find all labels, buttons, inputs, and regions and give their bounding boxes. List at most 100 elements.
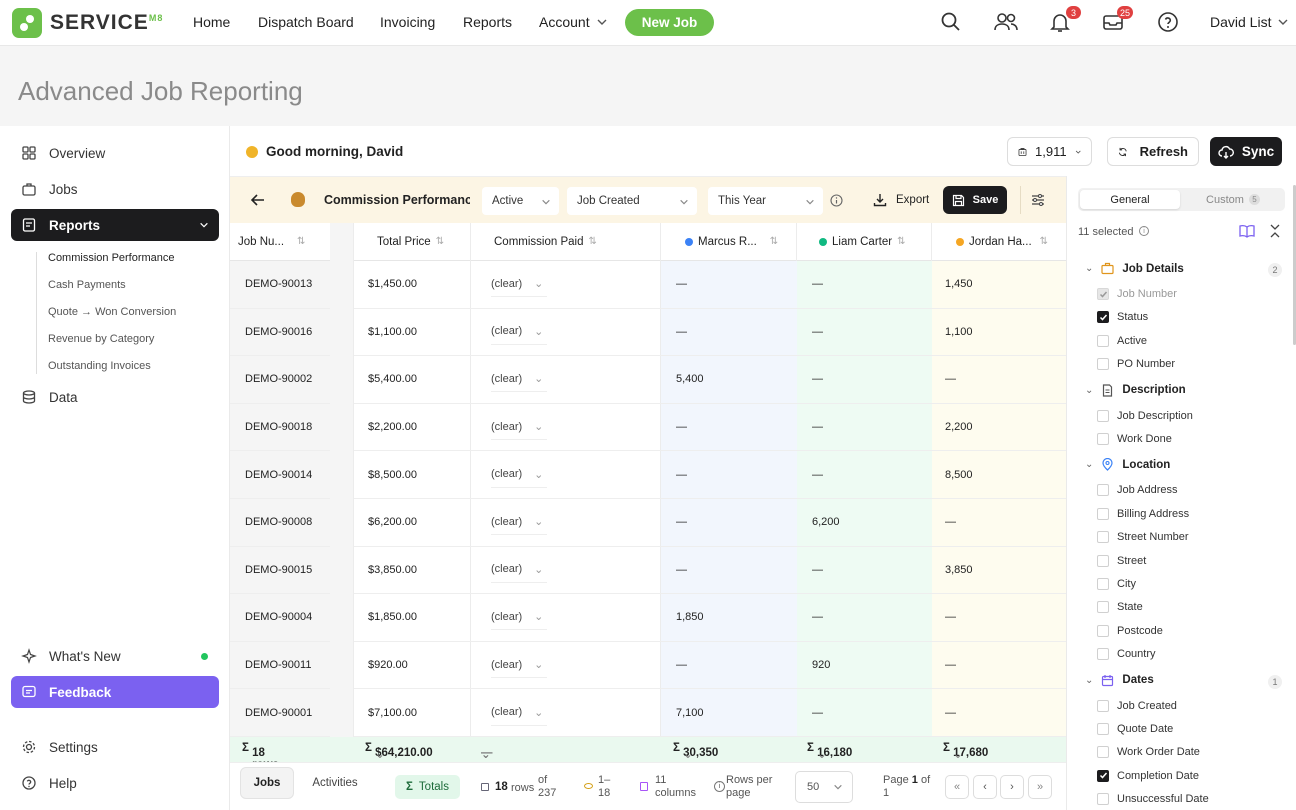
column-header-marcus[interactable]: Marcus R... ⇅ [661, 223, 796, 261]
nav-invoicing[interactable]: Invoicing [380, 14, 435, 30]
job-count-selector[interactable]: 1,911 [1007, 137, 1092, 166]
checkbox[interactable] [1097, 409, 1109, 422]
nav-reports[interactable]: Reports [463, 14, 512, 30]
field-quote-date[interactable]: Quote Date [1097, 723, 1173, 735]
commission-paid-select[interactable]: (clear) ⌄ [491, 509, 548, 536]
checkbox[interactable] [1097, 699, 1109, 712]
back-arrow-icon[interactable] [250, 193, 266, 207]
sidebar-item-jobs[interactable]: Jobs [11, 173, 219, 205]
totals-marcus[interactable]: Σ 30,350 ⌄ [673, 742, 718, 761]
commission-paid-select[interactable]: (clear) ⌄ [491, 557, 548, 583]
user-menu[interactable]: David List [1210, 14, 1289, 30]
report-item-cash-payments[interactable]: Cash Payments [48, 279, 126, 291]
table-cell-paid[interactable]: (clear) ⌄ [471, 499, 661, 547]
last-page-button[interactable]: » [1028, 775, 1052, 799]
field-state[interactable]: State [1097, 601, 1143, 614]
field-work-done[interactable]: Work Done [1097, 433, 1172, 445]
checkbox[interactable] [1097, 746, 1109, 759]
column-header-commission-paid[interactable]: Commission Paid ⇅ [471, 223, 660, 261]
checkbox[interactable] [1097, 334, 1109, 347]
table-cell-paid[interactable]: (clear) ⌄ [471, 594, 661, 642]
commission-paid-select[interactable]: (clear) ⌄ [491, 462, 548, 488]
table-cell-paid[interactable]: (clear) ⌄ [471, 309, 661, 357]
field-unsuccessful-date[interactable]: Unsuccessful Date [1097, 793, 1209, 806]
field-completion-date[interactable]: Completion Date [1097, 769, 1199, 782]
field-group-dates[interactable]: ⌄ Dates [1085, 674, 1154, 687]
commission-paid-select[interactable]: (clear) ⌄ [491, 366, 548, 393]
table-cell-paid[interactable]: (clear) ⌄ [471, 547, 661, 595]
save-button[interactable]: Save [943, 186, 1007, 214]
field-city[interactable]: City [1097, 578, 1136, 590]
prev-page-button[interactable]: ‹ [973, 775, 997, 799]
next-page-button[interactable]: › [1000, 775, 1024, 799]
checkbox[interactable] [1097, 723, 1109, 735]
servicem8-logo[interactable]: SERVICEM8 [12, 8, 163, 38]
checkbox[interactable] [1097, 433, 1109, 445]
column-settings-icon[interactable] [1020, 186, 1054, 214]
table-cell-paid[interactable]: (clear) ⌄ [471, 689, 661, 737]
table-cell-paid[interactable]: (clear) ⌄ [471, 642, 661, 690]
field-group-location[interactable]: ⌄ Location [1085, 458, 1170, 472]
commission-paid-select[interactable]: (clear) ⌄ [491, 414, 548, 441]
export-button[interactable]: Export [873, 193, 929, 207]
table-cell-paid[interactable]: (clear) ⌄ [471, 356, 661, 404]
column-header-job-number[interactable]: Job Nu... ⇅ [230, 223, 330, 261]
field-street-number[interactable]: Street Number [1097, 531, 1189, 544]
field-po-number[interactable]: PO Number [1097, 358, 1175, 371]
checkbox[interactable] [1097, 484, 1109, 497]
first-page-button[interactable]: « [945, 775, 969, 799]
column-header-total-price[interactable]: Total Price ⇅ [354, 223, 470, 261]
users-icon[interactable] [993, 11, 1019, 35]
book-icon[interactable] [1239, 224, 1255, 238]
totals-jordan[interactable]: Σ 17,680 ⌄ [943, 742, 988, 761]
tab-activities[interactable]: Activities [302, 767, 368, 799]
sync-button[interactable]: Sync [1210, 137, 1282, 166]
nav-account[interactable]: Account [539, 14, 608, 30]
report-item-outstanding-invoices[interactable]: Outstanding Invoices [48, 360, 151, 372]
checkbox[interactable] [1097, 793, 1109, 806]
field-job-address[interactable]: Job Address [1097, 484, 1178, 497]
help-circle-icon[interactable] [1157, 11, 1181, 35]
tab-general[interactable]: General [1080, 190, 1180, 209]
commission-paid-select[interactable]: (clear) ⌄ [491, 271, 548, 298]
tab-custom[interactable]: Custom 5 [1183, 190, 1283, 209]
tab-jobs[interactable]: Jobs [240, 767, 294, 799]
rows-per-page-select[interactable]: 50 [795, 771, 853, 803]
commission-paid-select[interactable]: (clear) ⌄ [491, 700, 548, 726]
sidebar-item-feedback[interactable]: Feedback [11, 676, 219, 708]
report-item-commission-performance[interactable]: Commission Performance [48, 252, 175, 264]
status-filter-select[interactable]: Active [482, 187, 559, 215]
nav-home[interactable]: Home [193, 14, 230, 30]
new-job-button[interactable]: New Job [625, 9, 714, 36]
field-status[interactable]: Status [1097, 311, 1148, 324]
field-postcode[interactable]: Postcode [1097, 624, 1163, 637]
search-icon[interactable] [940, 11, 964, 35]
checkbox[interactable] [1097, 507, 1109, 520]
checkbox[interactable] [1097, 624, 1109, 637]
report-item-quote-won-conversion[interactable]: Quote → Won Conversion [48, 306, 176, 318]
nav-dispatch-board[interactable]: Dispatch Board [258, 14, 354, 30]
commission-paid-select[interactable]: (clear) ⌄ [491, 652, 548, 679]
table-cell-paid[interactable]: (clear) ⌄ [471, 451, 661, 499]
table-cell-paid[interactable]: (clear) ⌄ [471, 404, 661, 452]
info-icon[interactable] [830, 194, 843, 207]
collapse-all-icon[interactable] [1269, 224, 1281, 238]
checkbox[interactable] [1097, 358, 1109, 371]
totals-liam[interactable]: Σ 16,180 ⌄ [807, 742, 852, 761]
sidebar-item-overview[interactable]: Overview [11, 137, 219, 169]
refresh-button[interactable]: Refresh [1107, 137, 1199, 166]
column-header-liam[interactable]: Liam Carter ⇅ [797, 223, 931, 261]
checkbox[interactable] [1097, 531, 1109, 544]
sidebar-item-reports[interactable]: Reports [11, 209, 219, 241]
field-country[interactable]: Country [1097, 648, 1156, 661]
sidebar-item-help[interactable]: Help [11, 767, 219, 799]
checkbox[interactable] [1097, 601, 1109, 614]
checkbox[interactable] [1097, 578, 1109, 590]
sidebar-item-data[interactable]: Data [11, 381, 219, 413]
checkbox[interactable] [1097, 554, 1109, 567]
date-field-select[interactable]: Job Created [567, 187, 697, 215]
date-range-select[interactable]: This Year [708, 187, 823, 215]
field-job-created[interactable]: Job Created [1097, 699, 1177, 712]
field-job-description[interactable]: Job Description [1097, 409, 1193, 422]
sidebar-item-whats-new[interactable]: What's New [11, 640, 219, 672]
